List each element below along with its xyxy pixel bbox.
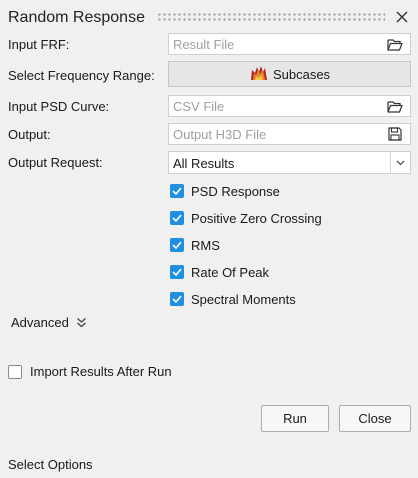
output-input[interactable] <box>169 124 369 144</box>
run-button[interactable]: Run <box>261 405 329 432</box>
rate-of-peak-label: Rate Of Peak <box>191 264 270 280</box>
save-icon[interactable] <box>386 126 404 142</box>
rms-checkbox[interactable]: RMS <box>170 237 220 253</box>
positive-zero-crossing-checkbox[interactable]: Positive Zero Crossing <box>170 210 322 226</box>
spectral-moments-checkbox[interactable]: Spectral Moments <box>170 291 296 307</box>
double-chevron-down-icon[interactable] <box>76 317 87 328</box>
checkbox-unchecked-icon[interactable] <box>8 364 22 379</box>
checkbox-checked-icon[interactable] <box>170 292 184 306</box>
advanced-toggle[interactable]: Advanced <box>11 315 87 330</box>
output-label: Output: <box>8 127 51 142</box>
rate-of-peak-checkbox[interactable]: Rate Of Peak <box>170 264 269 280</box>
window-title: Random Response <box>8 9 145 26</box>
output-request-label: Output Request: <box>8 155 103 170</box>
output-request-select[interactable]: All Results <box>168 151 411 174</box>
checkbox-checked-icon[interactable] <box>170 238 184 252</box>
input-psd-field <box>168 95 411 117</box>
advanced-label: Advanced <box>11 315 69 330</box>
checkbox-checked-icon[interactable] <box>170 184 184 198</box>
psd-response-checkbox[interactable]: PSD Response <box>170 183 280 199</box>
subcases-button-label: Subcases <box>272 66 331 82</box>
close-button[interactable]: Close <box>339 405 411 432</box>
input-frf-label: Input FRF: <box>8 37 70 52</box>
import-results-checkbox[interactable]: Import Results After Run <box>8 364 172 379</box>
frequency-range-label: Select Frequency Range: <box>8 68 155 83</box>
input-psd-input[interactable] <box>169 96 369 116</box>
rms-label: RMS <box>191 237 220 253</box>
close-icon[interactable] <box>393 8 411 26</box>
drag-handle[interactable] <box>157 12 385 22</box>
folder-open-icon[interactable] <box>386 36 404 52</box>
input-frf-field <box>168 33 411 55</box>
subcases-button[interactable]: Subcases <box>168 61 411 87</box>
import-results-label: Import Results After Run <box>30 364 172 379</box>
checkbox-checked-icon[interactable] <box>170 265 184 279</box>
status-text: Select Options <box>8 457 93 472</box>
checkbox-checked-icon[interactable] <box>170 211 184 225</box>
input-psd-label: Input PSD Curve: <box>8 99 110 114</box>
subcases-icon <box>249 64 269 85</box>
output-request-value: All Results <box>173 156 235 171</box>
input-frf-input[interactable] <box>169 34 369 54</box>
title-bar[interactable]: Random Response <box>0 0 418 36</box>
psd-response-label: PSD Response <box>191 183 280 199</box>
positive-zero-crossing-label: Positive Zero Crossing <box>191 210 322 226</box>
folder-open-icon[interactable] <box>386 98 404 114</box>
output-field <box>168 123 411 145</box>
spectral-moments-label: Spectral Moments <box>191 291 296 307</box>
chevron-down-icon[interactable] <box>390 152 410 173</box>
